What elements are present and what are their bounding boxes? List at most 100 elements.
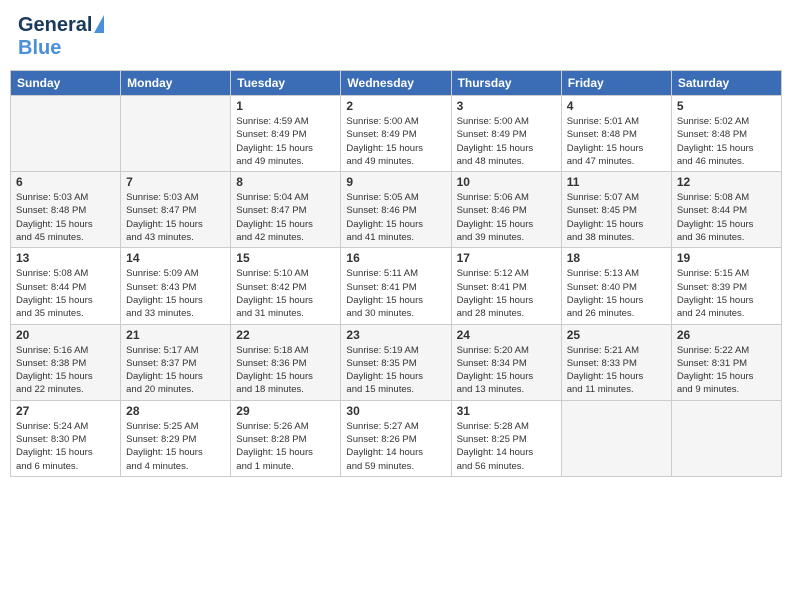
day-number: 6 xyxy=(16,175,115,189)
calendar-cell: 13Sunrise: 5:08 AMSunset: 8:44 PMDayligh… xyxy=(11,248,121,324)
calendar-cell: 8Sunrise: 5:04 AMSunset: 8:47 PMDaylight… xyxy=(231,172,341,248)
day-number: 22 xyxy=(236,328,335,342)
day-info: Sunrise: 5:13 AMSunset: 8:40 PMDaylight:… xyxy=(567,267,666,320)
calendar-cell xyxy=(561,400,671,476)
calendar-cell: 28 Sunrise: 5:25 AMSunset: 8:29 PMDayligh… xyxy=(121,400,231,476)
calendar-cell: 7 Sunrise: 5:03 AMSunset: 8:47 PMDaylight… xyxy=(121,172,231,248)
day-info: Sunrise: 5:20 AMSunset: 8:34 PMDaylight:… xyxy=(457,344,556,397)
calendar-cell: 19 Sunrise: 5:15 AMSunset: 8:39 PMDayligh… xyxy=(671,248,781,324)
calendar-cell: 25Sunrise: 5:21 AMSunset: 8:33 PMDayligh… xyxy=(561,324,671,400)
day-info: Sunrise: 5:16 AMSunset: 8:38 PMDaylight:… xyxy=(16,344,115,397)
logo-blue: Blue xyxy=(18,37,61,60)
logo-general: General xyxy=(18,14,92,37)
day-info: Sunrise: 5:26 AMSunset: 8:28 PMDaylight:… xyxy=(236,420,335,473)
calendar-cell: 11 Sunrise: 5:07 AMSunset: 8:45 PMDayligh… xyxy=(561,172,671,248)
day-info: Sunrise: 5:08 AMSunset: 8:44 PMDaylight:… xyxy=(677,191,776,244)
day-info: Sunrise: 5:18 AMSunset: 8:36 PMDaylight:… xyxy=(236,344,335,397)
day-number: 15 xyxy=(236,251,335,265)
calendar-cell: 30 Sunrise: 5:27 AMSunset: 8:26 PMDayligh… xyxy=(341,400,451,476)
calendar-header-wednesday: Wednesday xyxy=(341,71,451,96)
calendar-header-saturday: Saturday xyxy=(671,71,781,96)
calendar-cell: 17 Sunrise: 5:12 AMSunset: 8:41 PMDayligh… xyxy=(451,248,561,324)
day-info: Sunrise: 5:15 AMSunset: 8:39 PMDaylight:… xyxy=(677,267,776,320)
day-info: Sunrise: 5:07 AMSunset: 8:45 PMDaylight:… xyxy=(567,191,666,244)
day-number: 29 xyxy=(236,404,335,418)
day-number: 21 xyxy=(126,328,225,342)
day-info: Sunrise: 5:25 AMSunset: 8:29 PMDaylight:… xyxy=(126,420,225,473)
day-info: Sunrise: 5:27 AMSunset: 8:26 PMDaylight:… xyxy=(346,420,445,473)
day-info: Sunrise: 5:21 AMSunset: 8:33 PMDaylight:… xyxy=(567,344,666,397)
day-number: 1 xyxy=(236,99,335,113)
day-number: 5 xyxy=(677,99,776,113)
day-number: 27 xyxy=(16,404,115,418)
day-number: 18 xyxy=(567,251,666,265)
calendar-cell: 26 Sunrise: 5:22 AMSunset: 8:31 PMDayligh… xyxy=(671,324,781,400)
day-info: Sunrise: 5:17 AMSunset: 8:37 PMDaylight:… xyxy=(126,344,225,397)
calendar-header-thursday: Thursday xyxy=(451,71,561,96)
day-info: Sunrise: 5:28 AMSunset: 8:25 PMDaylight:… xyxy=(457,420,556,473)
day-number: 3 xyxy=(457,99,556,113)
day-info: Sunrise: 5:09 AMSunset: 8:43 PMDaylight:… xyxy=(126,267,225,320)
calendar-cell xyxy=(121,96,231,172)
day-number: 14 xyxy=(126,251,225,265)
calendar-cell: 21 Sunrise: 5:17 AMSunset: 8:37 PMDayligh… xyxy=(121,324,231,400)
calendar-cell: 1 Sunrise: 4:59 AMSunset: 8:49 PMDaylight… xyxy=(231,96,341,172)
day-number: 7 xyxy=(126,175,225,189)
day-number: 16 xyxy=(346,251,445,265)
calendar-week-row: 20 Sunrise: 5:16 AMSunset: 8:38 PMDayligh… xyxy=(11,324,782,400)
calendar-header-monday: Monday xyxy=(121,71,231,96)
day-number: 11 xyxy=(567,175,666,189)
calendar-week-row: 1 Sunrise: 4:59 AMSunset: 8:49 PMDaylight… xyxy=(11,96,782,172)
day-number: 30 xyxy=(346,404,445,418)
logo: General Blue xyxy=(18,14,104,60)
day-number: 20 xyxy=(16,328,115,342)
day-number: 17 xyxy=(457,251,556,265)
day-info: Sunrise: 5:19 AMSunset: 8:35 PMDaylight:… xyxy=(346,344,445,397)
calendar-cell: 12Sunrise: 5:08 AMSunset: 8:44 PMDayligh… xyxy=(671,172,781,248)
calendar-header-sunday: Sunday xyxy=(11,71,121,96)
calendar-cell: 10Sunrise: 5:06 AMSunset: 8:46 PMDayligh… xyxy=(451,172,561,248)
day-info: Sunrise: 5:08 AMSunset: 8:44 PMDaylight:… xyxy=(16,267,115,320)
page-header: General Blue xyxy=(10,10,782,64)
calendar-cell: 23 Sunrise: 5:19 AMSunset: 8:35 PMDayligh… xyxy=(341,324,451,400)
calendar-cell xyxy=(11,96,121,172)
day-info: Sunrise: 4:59 AMSunset: 8:49 PMDaylight:… xyxy=(236,115,335,168)
calendar-cell: 22 Sunrise: 5:18 AMSunset: 8:36 PMDayligh… xyxy=(231,324,341,400)
calendar-cell: 5Sunrise: 5:02 AMSunset: 8:48 PMDaylight… xyxy=(671,96,781,172)
calendar-cell: 20 Sunrise: 5:16 AMSunset: 8:38 PMDayligh… xyxy=(11,324,121,400)
day-number: 19 xyxy=(677,251,776,265)
calendar-cell: 18 Sunrise: 5:13 AMSunset: 8:40 PMDayligh… xyxy=(561,248,671,324)
day-info: Sunrise: 5:03 AMSunset: 8:48 PMDaylight:… xyxy=(16,191,115,244)
day-number: 26 xyxy=(677,328,776,342)
day-info: Sunrise: 5:10 AMSunset: 8:42 PMDaylight:… xyxy=(236,267,335,320)
day-number: 31 xyxy=(457,404,556,418)
calendar-cell: 31 Sunrise: 5:28 AMSunset: 8:25 PMDayligh… xyxy=(451,400,561,476)
day-number: 4 xyxy=(567,99,666,113)
calendar-week-row: 6 Sunrise: 5:03 AMSunset: 8:48 PMDaylight… xyxy=(11,172,782,248)
day-number: 24 xyxy=(457,328,556,342)
calendar-header-tuesday: Tuesday xyxy=(231,71,341,96)
day-info: Sunrise: 5:03 AMSunset: 8:47 PMDaylight:… xyxy=(126,191,225,244)
day-number: 2 xyxy=(346,99,445,113)
calendar-header-row: SundayMondayTuesdayWednesdayThursdayFrid… xyxy=(11,71,782,96)
calendar-cell: 27Sunrise: 5:24 AMSunset: 8:30 PMDayligh… xyxy=(11,400,121,476)
calendar-cell: 14 Sunrise: 5:09 AMSunset: 8:43 PMDayligh… xyxy=(121,248,231,324)
calendar-cell: 3Sunrise: 5:00 AMSunset: 8:49 PMDaylight… xyxy=(451,96,561,172)
day-info: Sunrise: 5:22 AMSunset: 8:31 PMDaylight:… xyxy=(677,344,776,397)
day-number: 8 xyxy=(236,175,335,189)
day-number: 28 xyxy=(126,404,225,418)
day-info: Sunrise: 5:11 AMSunset: 8:41 PMDaylight:… xyxy=(346,267,445,320)
day-number: 23 xyxy=(346,328,445,342)
calendar-cell: 9Sunrise: 5:05 AMSunset: 8:46 PMDaylight… xyxy=(341,172,451,248)
calendar-cell: 29 Sunrise: 5:26 AMSunset: 8:28 PMDayligh… xyxy=(231,400,341,476)
logo-icon xyxy=(94,15,104,33)
calendar-cell: 2 Sunrise: 5:00 AMSunset: 8:49 PMDaylight… xyxy=(341,96,451,172)
day-info: Sunrise: 5:00 AMSunset: 8:49 PMDaylight:… xyxy=(346,115,445,168)
calendar-week-row: 13Sunrise: 5:08 AMSunset: 8:44 PMDayligh… xyxy=(11,248,782,324)
calendar-cell: 15 Sunrise: 5:10 AMSunset: 8:42 PMDayligh… xyxy=(231,248,341,324)
calendar-week-row: 27Sunrise: 5:24 AMSunset: 8:30 PMDayligh… xyxy=(11,400,782,476)
day-info: Sunrise: 5:05 AMSunset: 8:46 PMDaylight:… xyxy=(346,191,445,244)
calendar-cell: 24 Sunrise: 5:20 AMSunset: 8:34 PMDayligh… xyxy=(451,324,561,400)
calendar-cell: 4Sunrise: 5:01 AMSunset: 8:48 PMDaylight… xyxy=(561,96,671,172)
day-info: Sunrise: 5:12 AMSunset: 8:41 PMDaylight:… xyxy=(457,267,556,320)
